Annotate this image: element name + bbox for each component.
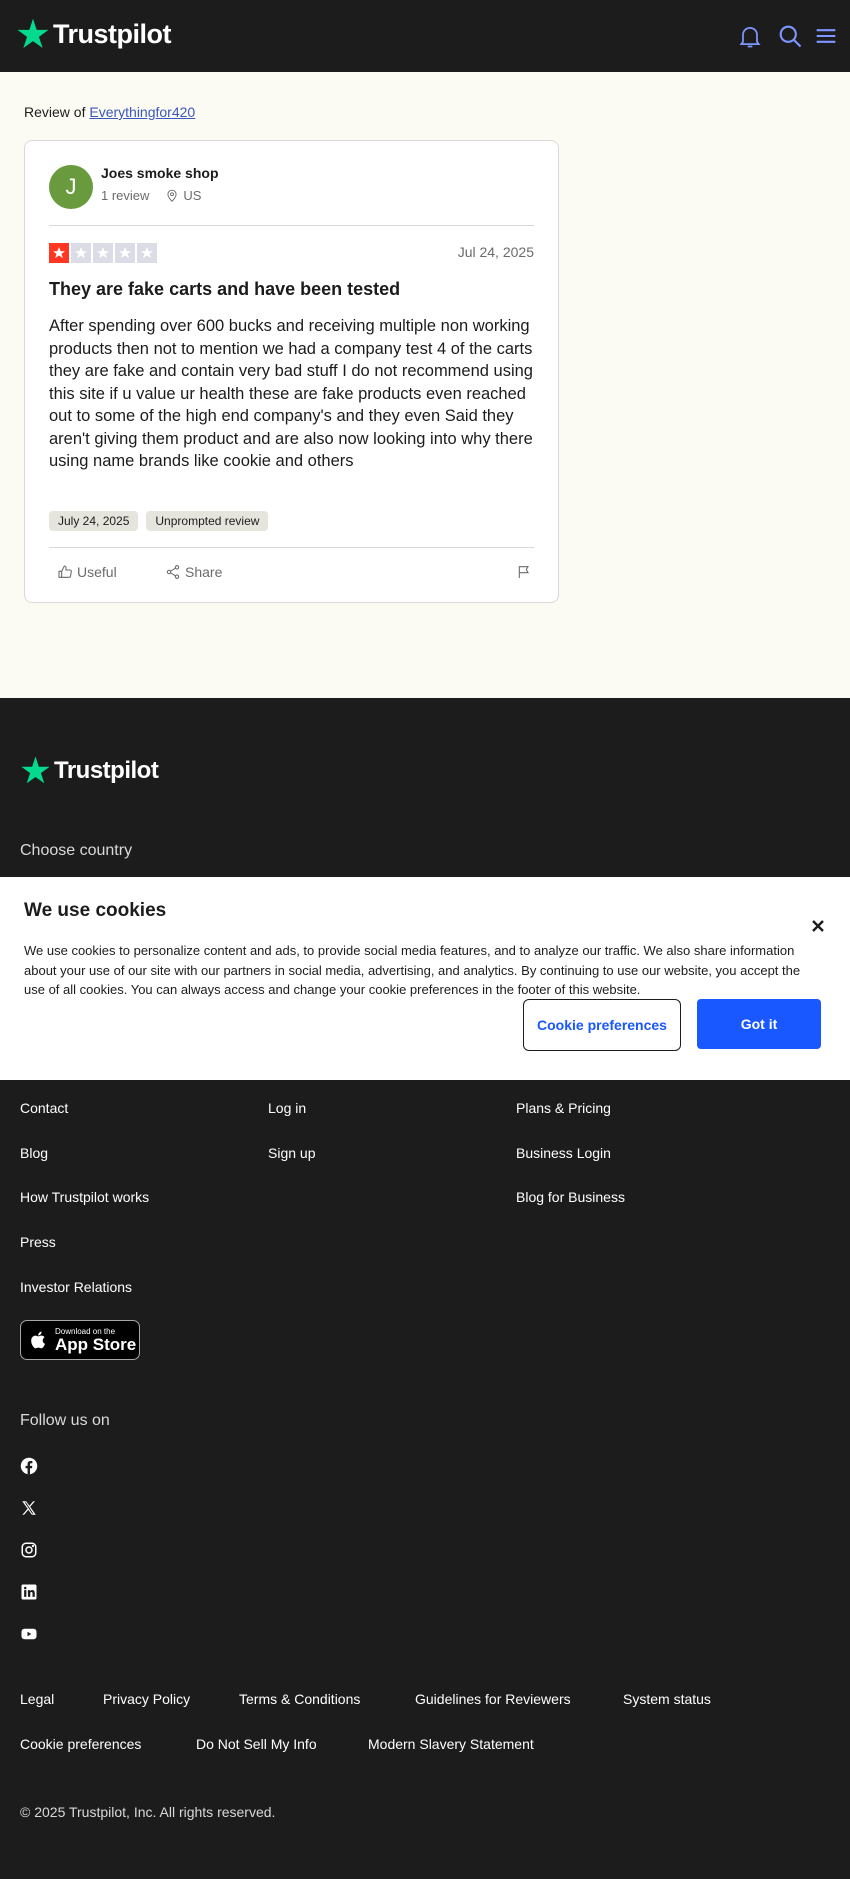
footer-link-plans-pricing[interactable]: Plans & Pricing [516, 1100, 611, 1116]
app-store-big-label: App Store [55, 1334, 137, 1354]
follow-us-heading: Follow us on [20, 1412, 110, 1429]
footer-link-contact[interactable]: Contact [20, 1100, 68, 1116]
review-date: Jul 24, 2025 [457, 244, 534, 260]
useful-label: Useful [77, 564, 117, 580]
footer-modern-slavery-link[interactable]: Modern Slavery Statement [368, 1736, 534, 1752]
useful-button[interactable]: Useful [57, 564, 117, 580]
close-icon[interactable] [810, 918, 826, 934]
review-count: 1 review [101, 188, 150, 203]
footer-do-not-sell-link[interactable]: Do Not Sell My Info [196, 1736, 317, 1752]
trustpilot-star-icon [17, 18, 49, 49]
footer-link-blog[interactable]: Blog [20, 1145, 48, 1161]
cookie-banner-text: We use cookies to personalize content an… [24, 943, 801, 997]
trustpilot-logo[interactable]: Trustpilot [16, 17, 172, 51]
star-1 [49, 243, 69, 263]
footer-link-investor-relations[interactable]: Investor Relations [20, 1279, 132, 1295]
footer-wordmark: Trustpilot [54, 756, 159, 784]
copyright: © 2025 Trustpilot, Inc. All rights reser… [20, 1804, 276, 1820]
footer-link-log-in[interactable]: Log in [268, 1100, 306, 1116]
reviewer-meta: 1 review US [101, 188, 201, 203]
trustpilot-star-icon [21, 756, 50, 784]
cookie-preferences-button[interactable]: Cookie preferences [523, 999, 681, 1051]
thumbs-up-icon [58, 565, 72, 578]
review-of-prefix: Review of [24, 104, 86, 120]
review-tags: July 24, 2025 Unprompted review [49, 511, 269, 531]
reviewer-country: US [183, 188, 202, 203]
report-button[interactable] [516, 564, 536, 580]
footer-link-how-it-works[interactable]: How Trustpilot works [20, 1189, 149, 1205]
card-divider-bottom [49, 547, 534, 548]
x-icon[interactable] [20, 1499, 38, 1517]
bell-icon[interactable] [736, 22, 764, 50]
trustpilot-wordmark: Trustpilot [53, 18, 172, 49]
footer-cookie-preferences-link[interactable]: Cookie preferences [20, 1736, 141, 1752]
youtube-icon[interactable] [20, 1625, 38, 1643]
location-pin-icon [167, 189, 177, 202]
share-icon [166, 565, 180, 579]
footer-link-sign-up[interactable]: Sign up [268, 1145, 315, 1161]
cookie-banner-title: We use cookies [24, 900, 167, 921]
review-of-line: Review of Everythingfor420 [24, 104, 195, 120]
reviewer-name[interactable]: Joes smoke shop [101, 165, 219, 181]
linkedin-icon[interactable] [20, 1583, 38, 1601]
app-store-badge[interactable]: Download on the App Store [20, 1320, 140, 1360]
card-divider-top [49, 225, 534, 226]
footer-guidelines-link[interactable]: Guidelines for Reviewers [415, 1691, 571, 1707]
footer-link-press[interactable]: Press [20, 1234, 56, 1250]
review-body: After spending over 600 bucks and receiv… [49, 317, 533, 470]
star-2 [71, 243, 91, 263]
share-label: Share [185, 564, 223, 580]
flag-icon [518, 566, 529, 578]
unprompted-review-tag[interactable]: Unprompted review [146, 511, 269, 531]
company-link[interactable]: Everythingfor420 [89, 104, 195, 120]
footer-privacy-policy-link[interactable]: Privacy Policy [103, 1691, 190, 1707]
footer-link-business-login[interactable]: Business Login [516, 1145, 611, 1161]
star-icon [118, 247, 132, 259]
review-actions: Useful Share [49, 564, 534, 592]
footer: Trustpilot Choose country Contact Blog H… [0, 698, 850, 1879]
search-icon[interactable] [776, 22, 804, 50]
review-title: They are fake carts and have been tested [49, 279, 401, 299]
got-it-button[interactable]: Got it [697, 999, 821, 1049]
star-3 [93, 243, 113, 263]
star-4 [115, 243, 135, 263]
star-icon [96, 247, 110, 259]
cookie-banner: We use cookies We use cookies to persona… [0, 877, 850, 1080]
review-card: J Joes smoke shop 1 review US Jul 24, 20… [24, 140, 559, 603]
footer-system-status-link[interactable]: System status [623, 1691, 711, 1707]
footer-link-blog-for-business[interactable]: Blog for Business [516, 1189, 625, 1205]
footer-legal-link[interactable]: Legal [20, 1691, 54, 1707]
star-icon [52, 247, 66, 259]
star-rating [49, 243, 157, 263]
app-store-text: Download on the App Store [55, 1327, 136, 1354]
menu-icon[interactable] [812, 22, 840, 50]
star-icon [140, 247, 154, 259]
apple-icon [31, 1331, 45, 1349]
footer-terms-link[interactable]: Terms & Conditions [239, 1691, 360, 1707]
top-header: Trustpilot [0, 0, 850, 72]
instagram-icon[interactable] [20, 1541, 38, 1559]
share-button[interactable]: Share [165, 564, 222, 580]
star-5 [137, 243, 157, 263]
facebook-icon[interactable] [20, 1457, 38, 1475]
footer-logo[interactable]: Trustpilot [20, 755, 159, 786]
star-icon [74, 247, 88, 259]
choose-country[interactable]: Choose country [20, 842, 132, 860]
avatar[interactable]: J [49, 165, 93, 209]
experience-date-tag: July 24, 2025 [49, 511, 139, 531]
